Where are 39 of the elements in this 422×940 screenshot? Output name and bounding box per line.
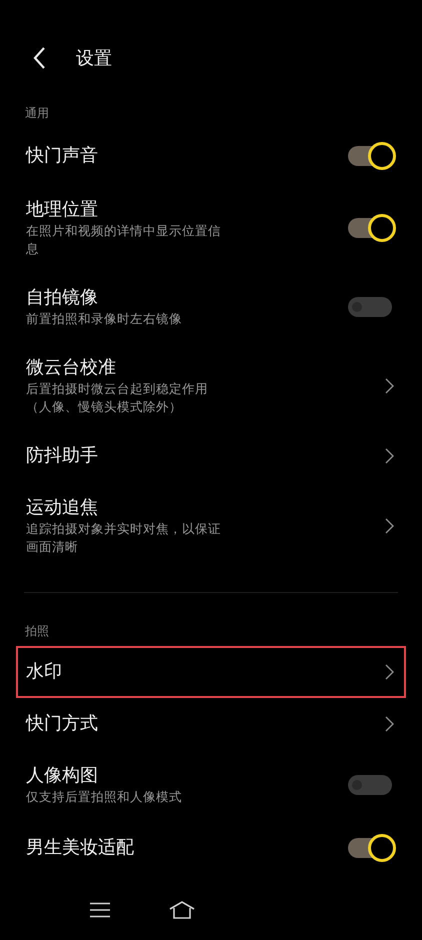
home-icon[interactable] (168, 900, 196, 920)
setting-title: 自拍镜像 (26, 286, 99, 310)
setting-description: 后置拍摄时微云台起到稳定作用（人像、慢镜头模式除外） (26, 380, 209, 416)
setting-row[interactable]: 地理位置 在照片和视频的详情中显示位置信息 (16, 184, 406, 272)
setting-title: 人像构图 (26, 764, 99, 788)
setting-row[interactable]: 快门声音 (16, 128, 406, 184)
chevron-right-icon (385, 518, 394, 534)
highlighted-setting-row[interactable]: 水印 (16, 646, 406, 698)
back-icon[interactable] (32, 46, 46, 70)
section-label: 拍照 (24, 623, 50, 640)
setting-row[interactable]: 人像构图 仅支持后置拍照和人像模式 (16, 750, 406, 820)
toggle-switch[interactable] (348, 834, 396, 862)
setting-row[interactable]: 自拍镜像 前置拍照和录像时左右镜像 (16, 272, 406, 342)
chevron-right-icon (385, 716, 394, 732)
chevron-right-icon (385, 448, 394, 464)
menu-icon[interactable] (88, 902, 111, 918)
setting-description: 仅支持后置拍照和人像模式 (26, 788, 182, 806)
setting-title: 地理位置 (26, 198, 99, 222)
setting-title: 男生美妆适配 (26, 836, 134, 860)
setting-row[interactable]: 快门方式 (16, 698, 406, 750)
setting-title: 微云台校准 (26, 356, 117, 380)
setting-row[interactable]: 运动追焦 追踪拍摄对象并实时对焦，以保证画面清晰 (16, 482, 406, 570)
setting-title: 防抖助手 (26, 444, 98, 468)
setting-title: 水印 (26, 660, 62, 684)
page-title: 设置 (76, 47, 112, 70)
setting-description: 在照片和视频的详情中显示位置信息 (26, 222, 222, 258)
setting-title: 运动追焦 (26, 496, 99, 520)
setting-row[interactable]: 防抖助手 (16, 430, 406, 482)
setting-title: 快门方式 (26, 712, 98, 736)
chevron-right-icon (385, 378, 394, 394)
setting-row[interactable]: 微云台校准 后置拍摄时微云台起到稳定作用（人像、慢镜头模式除外） (16, 342, 406, 430)
setting-title: 快门声音 (26, 144, 98, 168)
chevron-right-icon (385, 664, 394, 680)
setting-row[interactable]: 男生美妆适配 (16, 820, 406, 876)
section-label: 通用 (24, 105, 50, 122)
setting-description: 追踪拍摄对象并实时对焦，以保证画面清晰 (26, 520, 222, 556)
toggle-switch[interactable] (348, 142, 396, 170)
toggle-switch[interactable] (348, 214, 396, 242)
setting-description: 前置拍照和录像时左右镜像 (26, 310, 182, 328)
